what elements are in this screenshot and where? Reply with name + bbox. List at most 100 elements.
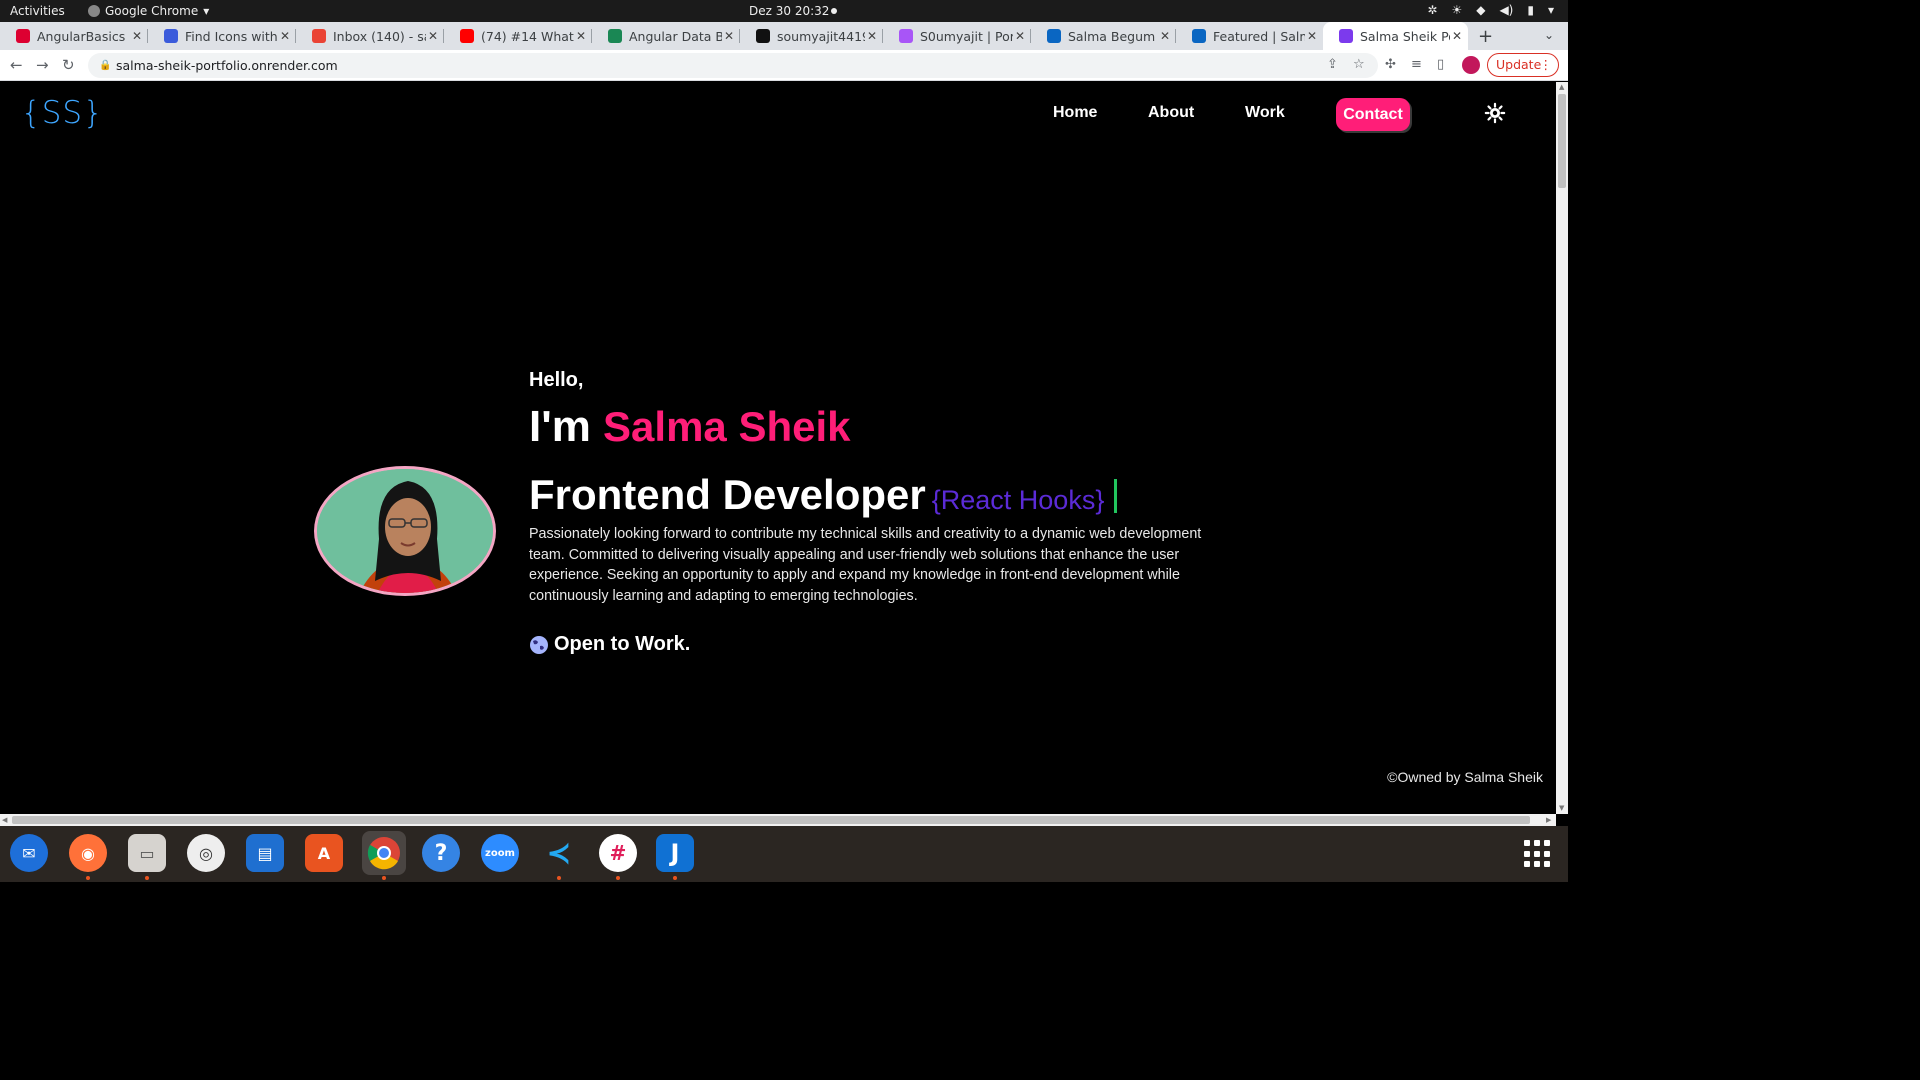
scroll-down-arrow-icon[interactable]: ▼ (1559, 804, 1564, 812)
browser-tab[interactable]: Inbox (140) - saln✕ (296, 22, 444, 50)
tab-favicon-icon (756, 29, 770, 43)
activities-button[interactable]: Activities (10, 4, 65, 18)
os-top-bar: Activities Google Chrome ▾ Dez 30 20:32 … (0, 0, 1568, 22)
browser-tab-active[interactable]: Salma Sheik Port✕ (1323, 22, 1468, 50)
vertical-scrollbar[interactable]: ▲ ▼ (1556, 82, 1568, 814)
scroll-left-arrow-icon[interactable]: ◀ (2, 816, 7, 824)
forward-arrow-icon[interactable]: → (36, 56, 49, 74)
tab-title: Featured | Salma (1213, 28, 1305, 44)
site-logo[interactable]: {SS} (21, 95, 104, 131)
running-indicator (382, 876, 386, 880)
tab-favicon-icon (608, 29, 622, 43)
new-tab-plus-icon[interactable]: + (1478, 26, 1493, 47)
zoom-icon[interactable]: zoom (481, 834, 519, 872)
close-tab-icon[interactable]: ✕ (1013, 29, 1027, 43)
notification-dot (831, 8, 837, 14)
close-tab-icon[interactable]: ✕ (426, 29, 440, 43)
side-panel-icon[interactable]: ▯ (1437, 57, 1444, 72)
vscode-icon[interactable]: ≺ (540, 834, 578, 872)
tab-favicon-icon (16, 29, 30, 43)
close-tab-icon[interactable]: ✕ (574, 29, 588, 43)
browser-tab[interactable]: Featured | Salma✕ (1176, 22, 1323, 50)
update-label: Update (1496, 57, 1542, 72)
nav-home-link[interactable]: Home (1053, 104, 1097, 122)
theme-toggle-sun-icon[interactable] (1484, 102, 1506, 124)
close-tab-icon[interactable]: ✕ (1450, 29, 1464, 43)
running-indicator (145, 876, 149, 880)
reload-icon[interactable]: ↻ (62, 56, 75, 74)
brightness-icon: ☀ (1451, 3, 1463, 17)
close-tab-icon[interactable]: ✕ (130, 29, 144, 43)
horizontal-scroll-thumb[interactable] (12, 816, 1530, 824)
close-tab-icon[interactable]: ✕ (278, 29, 292, 43)
close-tab-icon[interactable]: ✕ (722, 29, 736, 43)
tab-title: Angular Data Bin (629, 28, 722, 44)
close-tab-icon[interactable]: ✕ (1305, 29, 1319, 43)
running-indicator (86, 876, 90, 880)
open-to-work-label: Open to Work. (554, 633, 691, 655)
nav-about-link[interactable]: About (1148, 104, 1194, 122)
clock[interactable]: Dez 30 20:32 (749, 4, 829, 18)
browser-tab[interactable]: (74) #14 What is ✕ (444, 22, 592, 50)
tab-title: Find Icons with t (185, 28, 278, 44)
scroll-right-arrow-icon[interactable]: ▶ (1546, 816, 1551, 824)
close-tab-icon[interactable]: ✕ (865, 29, 879, 43)
writer-icon[interactable]: ▤ (246, 834, 284, 872)
browser-tab[interactable]: Angular Data Bin✕ (592, 22, 740, 50)
browser-tab[interactable]: soumyajit4419/P✕ (740, 22, 883, 50)
tab-title: soumyajit4419/P (777, 28, 865, 44)
media-queue-icon[interactable]: ≡ (1411, 57, 1422, 72)
lock-icon: 🔒 (99, 60, 112, 71)
thunderbird-icon[interactable]: ✉ (10, 834, 48, 872)
browser-tab[interactable]: Salma Begum Sh✕ (1031, 22, 1176, 50)
tab-title: Inbox (140) - saln (333, 28, 426, 44)
profile-avatar[interactable] (1462, 56, 1480, 74)
update-button[interactable]: Update ⋮ (1487, 53, 1559, 77)
share-icon[interactable]: ⇪ (1327, 57, 1338, 72)
typed-skill: {React Hooks} (931, 485, 1105, 515)
app-menu[interactable]: Google Chrome ▾ (88, 4, 209, 18)
more-vertical-icon: ⋮ (1539, 57, 1553, 72)
tab-favicon-icon (1192, 29, 1206, 43)
wifi-icon: ◆ (1476, 3, 1486, 17)
system-tray[interactable]: ✲ ☀ ◆ ◀) ▮ ▾ (1427, 3, 1554, 17)
hero-greeting: Hello, (529, 369, 584, 391)
browser-tab[interactable]: S0umyajit | Portf✕ (883, 22, 1031, 50)
joplin-icon[interactable]: J (656, 834, 694, 872)
profile-photo (314, 466, 496, 596)
zoom-label: zoom (485, 847, 515, 859)
app-center-icon[interactable]: A (305, 834, 343, 872)
open-to-work: Open to Work. (529, 633, 690, 656)
vertical-scroll-thumb[interactable] (1558, 94, 1566, 188)
typing-cursor (1114, 479, 1118, 513)
show-applications-grid-icon[interactable] (1524, 840, 1552, 868)
address-bar[interactable]: 🔒 salma-sheik-portfolio.onrender.com (88, 53, 1378, 78)
bookmark-star-icon[interactable]: ☆ (1353, 57, 1365, 72)
tab-search-chevron-icon[interactable]: ⌄ (1544, 28, 1554, 42)
chrome-small-icon (88, 5, 100, 17)
running-indicator (616, 876, 620, 880)
rhythmbox-icon[interactable]: ◎ (187, 834, 225, 872)
firefox-icon[interactable]: ◉ (69, 834, 107, 872)
tab-favicon-icon (899, 29, 913, 43)
browser-tab[interactable]: AngularBasics ✕ (0, 22, 148, 50)
scroll-up-arrow-icon[interactable]: ▲ (1559, 83, 1564, 91)
app-name: Google Chrome (105, 4, 199, 18)
nav-work-link[interactable]: Work (1245, 104, 1285, 122)
chrome-icon[interactable] (362, 831, 406, 875)
volume-icon: ◀) (1499, 3, 1514, 17)
contact-button[interactable]: Contact (1336, 98, 1410, 131)
horizontal-scrollbar[interactable]: ◀ ▶ (0, 814, 1556, 826)
back-arrow-icon[interactable]: ← (10, 56, 23, 74)
slack-icon[interactable]: # (599, 834, 637, 872)
tab-favicon-icon (1047, 29, 1061, 43)
close-tab-icon[interactable]: ✕ (1158, 29, 1172, 43)
browser-tab[interactable]: Find Icons with t ✕ (148, 22, 296, 50)
power-menu-chevron-icon: ▾ (1547, 3, 1554, 17)
tab-title: S0umyajit | Portf (920, 28, 1013, 44)
hero-bio: Passionately looking forward to contribu… (529, 526, 1202, 604)
help-icon[interactable]: ? (422, 834, 460, 872)
extensions-puzzle-icon[interactable]: ✣ (1385, 57, 1396, 72)
files-icon[interactable]: ▭ (128, 834, 166, 872)
battery-icon: ▮ (1527, 3, 1534, 17)
